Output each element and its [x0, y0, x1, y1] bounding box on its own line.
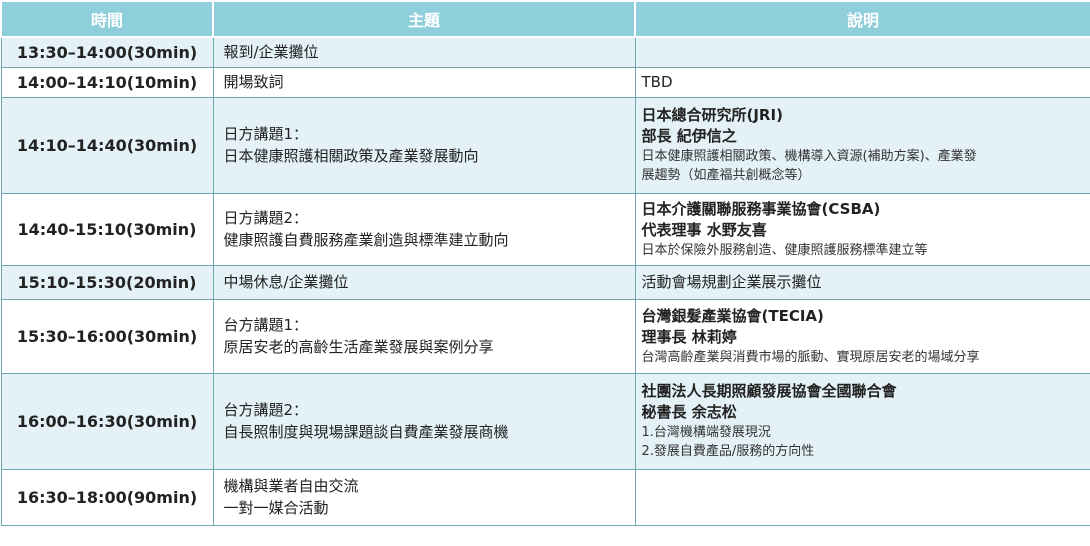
time-cell: 14:10–14:40(30min)	[0, 96, 214, 194]
desc-cell	[634, 468, 1090, 526]
topic-cell: 開場致詞	[212, 66, 636, 98]
desc-cell: TBD	[634, 66, 1090, 98]
time-cell: 16:30–18:00(90min)	[0, 468, 214, 526]
agenda-table: 時間 主題 說明 13:30–14:00(30min) 報到/企業攤位 14:00–…	[0, 0, 1090, 526]
agenda-row: 13:30–14:00(30min) 報到/企業攤位	[0, 36, 1090, 68]
desc-cell: 日本介護關聯服務事業協會(CSBA) 代表理事 水野友喜日本於保險外服務創造、健康…	[634, 192, 1090, 266]
agenda-body: 13:30–14:00(30min) 報到/企業攤位 14:00–14:10(10m…	[0, 36, 1090, 526]
desc-cell: 活動會場規劃企業展示攤位	[634, 264, 1090, 300]
topic-line: 日方講題1：	[223, 125, 309, 143]
desc-note: 台灣高齡產業與消費市場的脈動、實現原居安老的場域分享	[641, 349, 980, 365]
topic-cell: 中場休息/企業攤位	[212, 264, 636, 300]
topic-line: 健康照護自費服務產業創造與標準建立動向	[223, 231, 509, 249]
desc-text: 活動會場規劃企業展示攤位	[641, 272, 822, 291]
desc-cell: 社團法人長期照顧發展協會全國聯合會 秘書長 余志松 1.台灣機構端發展現況 2.發展自…	[634, 372, 1090, 470]
speaker-org: 日本總合研究所(JRI)	[641, 106, 783, 124]
time-cell: 13:30–14:00(30min)	[0, 36, 214, 68]
time-cell: 15:30–16:00(30min)	[0, 298, 214, 374]
desc-cell: 台灣銀髮產業協會(TECIA) 理事長 林莉婷台灣高齡產業與消費市場的脈動、實現原…	[634, 298, 1090, 374]
topic-line: 日方講題2：	[223, 209, 309, 227]
speaker-org: 台灣銀髮產業協會(TECIA)	[641, 306, 824, 325]
topic-line: 機構與業者自由交流	[223, 477, 359, 495]
agenda-row: 14:40-15:10(30min) 日方講題2： 健康照護自費服務產業創造與標準建…	[0, 192, 1090, 266]
topic-line: 台方講題2：	[223, 401, 309, 419]
desc-note: 2.發展自費產品/服務的方向性	[641, 444, 815, 459]
agenda-row: 14:10–14:40(30min) 日方講題1： 日本健康照護相關政策及產業發展動…	[0, 96, 1090, 194]
agenda-row: 15:10-15:30(20min) 中場休息/企業攤位 活動會場規劃企業展示攤位	[0, 264, 1090, 300]
header-desc: 說明	[634, 0, 1090, 38]
header-topic: 主題	[212, 0, 636, 38]
agenda-row: 16:30–18:00(90min) 機構與業者自由交流 一對一媒合活動	[0, 468, 1090, 526]
topic-line: 開場致詞	[223, 73, 284, 91]
desc-note: 1.台灣機構端發展現況	[641, 425, 771, 440]
topic-line: 中場休息/企業攤位	[223, 273, 349, 291]
speaker-org: 社團法人長期照顧發展協會全國聯合會	[641, 382, 897, 400]
time-cell: 14:40-15:10(30min)	[0, 192, 214, 266]
desc-note: 日本於保險外服務創造、健康照護服務標準建立等	[641, 242, 928, 258]
topic-cell: 日方講題1： 日本健康照護相關政策及產業發展動向	[212, 96, 636, 194]
speaker-name: 代表理事 水野友喜	[641, 220, 767, 239]
topic-line: 一對一媒合活動	[223, 499, 329, 517]
agenda-row: 15:30–16:00(30min) 台方講題1： 原居安老的高齡生活產業發展與案例…	[0, 298, 1090, 374]
agenda-row: 14:00–14:10(10min) 開場致詞 TBD	[0, 66, 1090, 98]
time-cell: 14:00–14:10(10min)	[0, 66, 214, 98]
speaker-name: 理事長 林莉婷	[641, 327, 737, 346]
topic-line: 報到/企業攤位	[223, 43, 319, 62]
agenda-row: 16:00–16:30(30min) 台方講題2： 自長照制度與現場課題談自費產業發…	[0, 372, 1090, 470]
desc-text: TBD	[641, 72, 673, 91]
topic-cell: 機構與業者自由交流 一對一媒合活動	[212, 468, 636, 526]
topic-line: 自長照制度與現場課題談自費產業發展商機	[223, 423, 509, 441]
topic-cell: 日方講題2： 健康照護自費服務產業創造與標準建立動向	[212, 192, 636, 266]
topic-line: 原居安老的高齡生活產業發展與案例分享	[223, 338, 494, 356]
speaker-name: 部長 紀伊信之	[641, 127, 737, 145]
topic-cell: 台方講題2： 自長照制度與現場課題談自費產業發展商機	[212, 372, 636, 470]
desc-note: 展趨勢（如產福共創概念等）	[641, 168, 811, 183]
header-time: 時間	[0, 0, 214, 38]
topic-cell: 報到/企業攤位	[212, 36, 636, 68]
speaker-name: 秘書長 余志松	[641, 403, 737, 421]
desc-cell	[634, 36, 1090, 68]
desc-cell: 日本總合研究所(JRI) 部長 紀伊信之日本健康照護相關政策、機構導入資源(補助方…	[634, 96, 1090, 194]
header-row: 時間 主題 說明	[0, 0, 1090, 38]
topic-line: 台方講題1：	[223, 316, 309, 334]
time-cell: 15:10-15:30(20min)	[0, 264, 214, 300]
topic-cell: 台方講題1： 原居安老的高齡生活產業發展與案例分享	[212, 298, 636, 374]
desc-note: 日本健康照護相關政策、機構導入資源(補助方案)、產業發	[641, 149, 977, 164]
topic-line: 日本健康照護相關政策及產業發展動向	[223, 147, 479, 165]
speaker-org: 日本介護關聯服務事業協會(CSBA)	[641, 199, 881, 218]
time-cell: 16:00–16:30(30min)	[0, 372, 214, 470]
